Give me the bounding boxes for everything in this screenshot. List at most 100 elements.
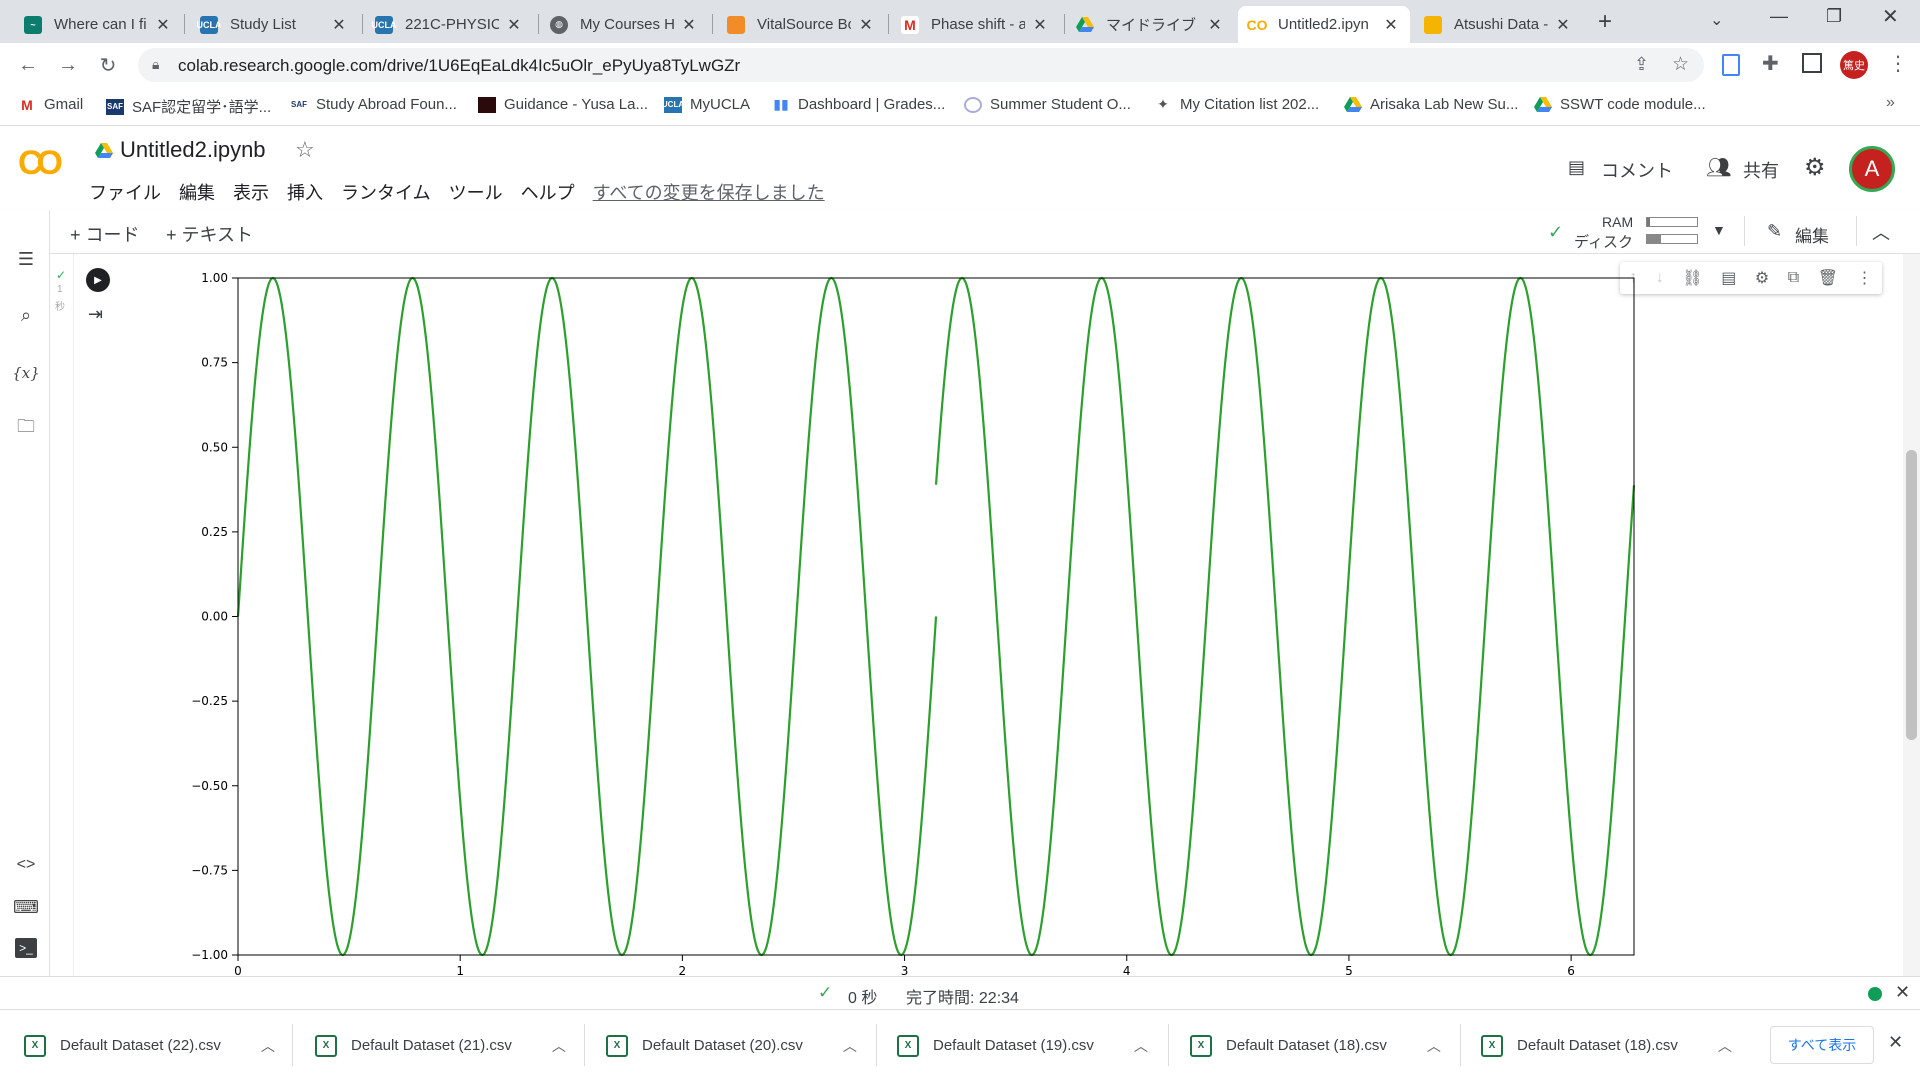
close-tab-icon[interactable]: ✕ [1554, 15, 1572, 35]
browser-tab[interactable]: ◍ My Courses H ✕ [540, 6, 708, 43]
close-tab-icon[interactable]: ✕ [154, 15, 172, 35]
chevron-up-icon[interactable]: ︿ [1718, 1036, 1732, 1056]
minimize-icon[interactable]: — [1770, 6, 1788, 27]
show-all-downloads-button[interactable]: すべて表示 [1770, 1026, 1874, 1064]
close-tab-icon[interactable]: ✕ [330, 15, 348, 35]
close-tab-icon[interactable]: ✕ [1382, 15, 1400, 35]
account-avatar[interactable]: A [1849, 146, 1895, 192]
docs-extension-icon[interactable] [1722, 54, 1740, 76]
close-tab-icon[interactable]: ✕ [505, 15, 523, 35]
close-window-icon[interactable]: ✕ [1882, 4, 1899, 29]
cell-settings-icon[interactable]: ⚙ [1755, 268, 1769, 288]
bookmark-item[interactable]: Summer Student O... [964, 96, 1131, 113]
terminal-icon[interactable]: >_ [15, 938, 37, 958]
download-item[interactable]: X Default Dataset (19).csv ︿ [897, 1010, 1148, 1081]
download-item[interactable]: X Default Dataset (22).csv ︿ [24, 1010, 275, 1081]
browser-tab[interactable]: Atsushi Data - ✕ [1414, 6, 1582, 43]
download-item[interactable]: X Default Dataset (20).csv ︿ [606, 1010, 857, 1081]
search-icon[interactable]: ⌕ [13, 302, 39, 328]
code-snippets-icon[interactable]: <> [13, 852, 39, 878]
more-bookmarks-icon[interactable]: » [1886, 94, 1895, 112]
close-downloads-icon[interactable]: ✕ [1888, 1032, 1903, 1053]
restore-icon[interactable]: ❐ [1826, 6, 1842, 27]
mirror-cell-icon[interactable]: ⧉ [1788, 269, 1799, 287]
command-palette-icon[interactable]: ⌨ [13, 894, 39, 920]
side-panel-icon[interactable] [1802, 53, 1822, 73]
close-tab-icon[interactable]: ✕ [1206, 15, 1224, 35]
chevron-up-icon[interactable]: ︿ [1427, 1036, 1441, 1056]
notebook-title[interactable]: Untitled2.ipynb [120, 137, 266, 163]
extensions-puzzle-icon[interactable]: ✚ [1762, 51, 1779, 76]
browser-tab[interactable]: UCLA Study List ✕ [190, 6, 358, 43]
close-tab-icon[interactable]: ✕ [680, 15, 698, 35]
scrollbar-thumb[interactable] [1906, 450, 1917, 740]
chevron-up-icon[interactable]: ︿ [843, 1036, 857, 1056]
url-text[interactable]: colab.research.google.com/drive/1U6EqEaL… [178, 56, 740, 76]
new-tab-icon[interactable]: + [1598, 8, 1612, 36]
tab-search-icon[interactable]: ⌄ [1710, 10, 1723, 30]
reload-icon[interactable]: ↻ [94, 51, 122, 79]
bookmark-item[interactable]: ✦ My Citation list 202... [1154, 96, 1319, 113]
chrome-menu-icon[interactable]: ⋮ [1888, 51, 1908, 76]
comment-button[interactable]: コメント [1601, 157, 1673, 183]
save-status[interactable]: すべての変更を保存しました [593, 179, 825, 205]
close-status-icon[interactable]: ✕ [1895, 982, 1910, 1003]
x-tick-label: 0 [234, 964, 242, 976]
chevron-up-icon[interactable]: ︿ [261, 1036, 275, 1056]
star-icon[interactable]: ☆ [295, 137, 315, 163]
bookmark-item[interactable]: SSWT code module... [1534, 96, 1706, 113]
bookmark-item[interactable]: Arisaka Lab New Su... [1344, 96, 1518, 113]
browser-tab[interactable]: UCLA 221C-PHYSICS ✕ [365, 6, 533, 43]
menu-runtime[interactable]: ランタイム [341, 179, 431, 205]
delete-icon[interactable]: 🗑︎ [1818, 268, 1838, 288]
forward-icon[interactable]: → [54, 51, 82, 79]
close-tab-icon[interactable]: ✕ [1031, 15, 1049, 35]
close-tab-icon[interactable]: ✕ [857, 15, 875, 35]
comment-icon[interactable]: ▤ [1721, 268, 1736, 288]
bookmark-item[interactable]: Guidance - Yusa La... [478, 96, 648, 113]
bookmark-item[interactable]: ▮▮ Dashboard | Grades... [772, 96, 945, 113]
scrollbar[interactable] [1903, 254, 1920, 976]
share-page-icon[interactable]: ⇪ [1634, 54, 1649, 75]
download-item[interactable]: X Default Dataset (18).csv ︿ [1190, 1010, 1441, 1081]
share-button[interactable]: 共有 [1743, 157, 1779, 183]
profile-avatar[interactable]: 篤史 [1840, 51, 1868, 79]
browser-tab[interactable]: M Phase shift - a ✕ [891, 6, 1059, 43]
chevron-up-icon[interactable]: ︿ [552, 1036, 566, 1056]
add-text-button[interactable]: + テキスト [166, 221, 253, 247]
browser-tab-active[interactable]: CO Untitled2.ipyn ✕ [1238, 6, 1410, 43]
download-item[interactable]: X Default Dataset (21).csv ︿ [315, 1010, 566, 1081]
menu-tools[interactable]: ツール [449, 179, 503, 205]
bookmark-star-icon[interactable]: ☆ [1672, 53, 1689, 76]
bookmark-item[interactable]: SAF Study Abroad Foun... [290, 96, 457, 113]
elapsed-time: 0 秒 [848, 990, 878, 1007]
output-toggle-icon[interactable]: ⇥ [88, 304, 103, 325]
chevron-up-icon[interactable]: ︿ [1134, 1036, 1148, 1056]
colab-logo[interactable]: CO [18, 144, 63, 183]
bookmark-item[interactable]: UCLA MyUCLA [662, 96, 750, 113]
menu-edit[interactable]: 編集 [179, 179, 215, 205]
variables-icon[interactable]: {x} [12, 360, 40, 386]
folder-icon[interactable]: 🗀︎ [13, 416, 39, 442]
bookmark-item[interactable]: SAF SAF認定留学･語学... [106, 96, 271, 117]
menu-help[interactable]: ヘルプ [521, 179, 575, 205]
browser-tab[interactable]: ~ Where can I fi ✕ [14, 6, 182, 43]
browser-tab[interactable]: VitalSource Bo ✕ [717, 6, 885, 43]
edit-button[interactable]: 編集 [1795, 222, 1829, 247]
browser-tab[interactable]: マイドライブ - Go ✕ [1066, 6, 1234, 43]
menu-view[interactable]: 表示 [233, 179, 269, 205]
add-code-button[interactable]: + コード [70, 221, 140, 247]
run-cell-button[interactable]: ▶ [86, 268, 110, 292]
collapse-header-icon[interactable]: ︿ [1872, 219, 1890, 245]
bookmark-gmail[interactable]: M Gmail [18, 96, 83, 113]
more-icon[interactable]: ⋮ [1857, 268, 1873, 288]
link-icon[interactable]: ⛓ [1682, 268, 1702, 288]
menu-insert[interactable]: 挿入 [287, 179, 323, 205]
download-item[interactable]: X Default Dataset (18).csv ︿ [1481, 1010, 1732, 1081]
omnibox[interactable]: 🔒︎ colab.research.google.com/drive/1U6Eq… [138, 48, 1704, 82]
menu-file[interactable]: ファイル [89, 179, 161, 205]
resources-dropdown-icon[interactable]: ▼ [1712, 222, 1726, 238]
toc-list-icon[interactable]: ☰ [13, 246, 39, 272]
back-icon[interactable]: ← [14, 51, 42, 79]
settings-gear-icon[interactable]: ⚙ [1804, 153, 1826, 182]
